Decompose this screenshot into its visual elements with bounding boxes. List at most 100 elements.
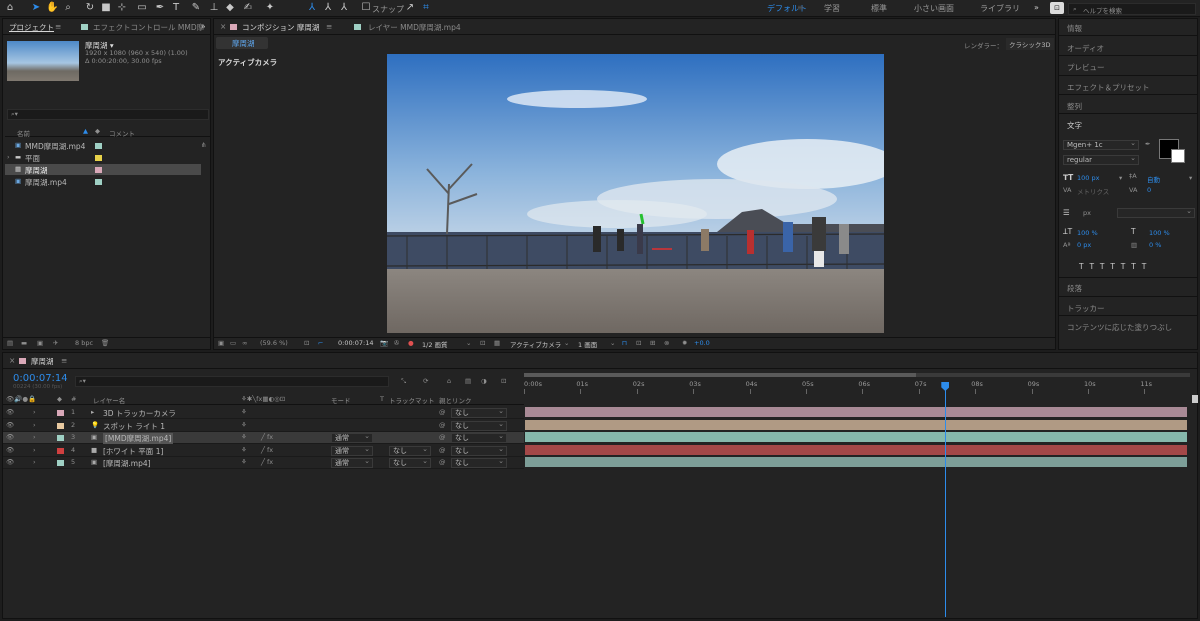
layer-name[interactable]: [摩周湖.mp4] bbox=[103, 458, 151, 469]
pick-whip-icon[interactable]: @ bbox=[439, 446, 446, 454]
layer-label-swatch[interactable] bbox=[57, 435, 64, 441]
brush-tool-icon[interactable]: ✎ bbox=[190, 2, 202, 14]
draft-3d-icon[interactable]: ⟳ bbox=[423, 377, 428, 385]
layer-name[interactable]: スポット ライト 1 bbox=[103, 421, 165, 432]
new-folder-icon[interactable]: ▬ bbox=[21, 339, 27, 347]
home-icon[interactable]: ⌂ bbox=[4, 2, 16, 14]
shy-switch-icon[interactable]: ⚘ bbox=[241, 433, 247, 441]
align-panel-header[interactable]: 整列 bbox=[1067, 101, 1082, 112]
workspace-small-screen[interactable]: 小さい画面 bbox=[914, 3, 954, 14]
chevron-down-icon[interactable]: ⌄ bbox=[466, 339, 471, 347]
project-search-input[interactable]: ⌕▾ bbox=[7, 109, 209, 120]
panel-menu-icon[interactable]: ≡ bbox=[55, 22, 61, 31]
table-row[interactable]: 👁 › 4 ■ [ホワイト 平面 1] ⚘ ╱ fx 通常 なし @ なし bbox=[3, 445, 524, 457]
close-icon[interactable]: × bbox=[9, 356, 15, 365]
exposure-icon[interactable]: ✹ bbox=[682, 339, 687, 347]
pick-whip-icon[interactable]: @ bbox=[439, 408, 446, 416]
more-tabs-icon[interactable]: » bbox=[201, 22, 206, 31]
pick-whip-icon[interactable]: @ bbox=[439, 458, 446, 466]
info-panel-header[interactable]: 情報 bbox=[1067, 23, 1082, 34]
world-axis-icon[interactable]: ⅄ bbox=[322, 2, 334, 14]
type-tool-icon[interactable]: T bbox=[170, 2, 182, 14]
expand-arrow-icon[interactable]: › bbox=[7, 153, 10, 161]
tsume-value[interactable]: 0 % bbox=[1149, 241, 1161, 249]
view-dropdown[interactable]: アクティブカメラ bbox=[510, 339, 561, 349]
column-layer-name[interactable]: レイヤー名 bbox=[93, 395, 125, 405]
timeline-search-input[interactable]: ⌕▾ bbox=[75, 376, 389, 387]
zoom-value[interactable]: (59.6 %) bbox=[260, 339, 288, 347]
layer-label-swatch[interactable] bbox=[57, 410, 64, 416]
blend-mode-dropdown[interactable]: 通常 bbox=[331, 445, 373, 456]
monitor-icon[interactable]: ▭ bbox=[230, 339, 236, 347]
layer-duration-bar[interactable] bbox=[525, 457, 1187, 467]
show-snapshot-icon[interactable]: ✇ bbox=[394, 339, 399, 347]
expand-arrow-icon[interactable]: › bbox=[33, 446, 36, 454]
pick-whip-icon[interactable]: @ bbox=[439, 433, 446, 441]
column-parent[interactable]: 親とリンク bbox=[439, 395, 472, 405]
roto-brush-icon[interactable]: ✍ bbox=[242, 2, 254, 14]
layer-label-swatch[interactable] bbox=[57, 422, 64, 429]
visibility-eye-icon[interactable]: 👁 bbox=[6, 446, 14, 454]
parent-dropdown[interactable]: なし bbox=[451, 407, 507, 418]
hand-tool-icon[interactable]: ✋ bbox=[46, 2, 58, 14]
baseline-shift-value[interactable]: 0 px bbox=[1077, 241, 1091, 249]
panel-menu-icon[interactable]: ≡ bbox=[61, 356, 67, 365]
blend-mode-dropdown[interactable]: 通常 bbox=[331, 432, 373, 443]
leading-value[interactable]: 自動 bbox=[1147, 174, 1160, 184]
tab-project[interactable]: プロジェクト bbox=[9, 22, 54, 33]
table-row[interactable]: 👁 › 2 💡 スポット ライト 1 ⚘ @ なし bbox=[3, 420, 524, 432]
camera-tool-icon[interactable]: ■ bbox=[100, 2, 112, 14]
eraser-tool-icon[interactable]: ◆ bbox=[224, 2, 236, 14]
fx-switch-icon[interactable]: ╱ fx bbox=[261, 458, 273, 466]
glasses-icon[interactable]: ∞ bbox=[242, 339, 247, 347]
rotate-tool-icon[interactable]: ↻ bbox=[84, 2, 96, 14]
layer-duration-bar[interactable] bbox=[525, 407, 1187, 417]
motion-blur-icon[interactable]: ◑ bbox=[481, 377, 487, 385]
fit-icon[interactable]: ⊡ bbox=[304, 339, 309, 347]
eyedropper-icon[interactable]: ✒ bbox=[1145, 140, 1150, 148]
rectangle-tool-icon[interactable]: ▭ bbox=[136, 2, 148, 14]
chevron-down-icon[interactable]: ▾ bbox=[1189, 174, 1192, 182]
chevron-down-icon[interactable]: ⌄ bbox=[610, 339, 615, 347]
table-row[interactable]: 👁 › 5 ▣ [摩周湖.mp4] ⚘ ╱ fx 通常 なし @ なし bbox=[3, 457, 524, 469]
parent-dropdown[interactable]: なし bbox=[451, 432, 507, 443]
workspace-standard[interactable]: 標準 bbox=[871, 3, 887, 14]
visibility-eye-icon[interactable]: 👁 bbox=[6, 408, 14, 416]
layer-name[interactable]: 3D トラッカーカメラ bbox=[103, 408, 176, 419]
close-icon[interactable]: × bbox=[220, 22, 226, 31]
chevron-down-icon[interactable]: ▾ bbox=[1119, 174, 1122, 182]
help-search-field[interactable]: ⌕ ヘルプを検索 bbox=[1068, 3, 1196, 15]
font-style-dropdown[interactable]: regular bbox=[1063, 154, 1139, 165]
vertical-scale-value[interactable]: 100 % bbox=[1077, 229, 1098, 237]
visibility-eye-icon[interactable]: 👁 bbox=[6, 458, 14, 466]
reset-exposure-icon[interactable]: ⊗ bbox=[664, 339, 669, 347]
stroke-style-dropdown[interactable] bbox=[1117, 207, 1195, 218]
horizontal-scale-value[interactable]: 100 % bbox=[1149, 229, 1170, 237]
visibility-eye-icon[interactable]: 👁 bbox=[6, 433, 14, 441]
label-column-icon[interactable]: ◆ bbox=[95, 127, 100, 135]
expand-arrow-icon[interactable]: › bbox=[33, 408, 36, 416]
tab-effect-controls[interactable]: エフェクトコントロール MMD摩 bbox=[93, 22, 204, 33]
list-item[interactable]: ▣ MMD摩周湖.mp4 ⋔ bbox=[5, 140, 210, 151]
expand-arrow-icon[interactable]: › bbox=[33, 458, 36, 466]
flowchart-icon[interactable]: ⊞ bbox=[650, 339, 655, 347]
layer-name[interactable]: [ホワイト 平面 1] bbox=[103, 446, 163, 457]
viewer-time[interactable]: 0:00:07:14 bbox=[338, 339, 374, 347]
trash-icon[interactable]: 🗑 bbox=[101, 339, 109, 347]
selection-tool-icon[interactable]: ➤ bbox=[30, 2, 42, 14]
layer-label-swatch[interactable] bbox=[57, 447, 64, 454]
workspace-libraries[interactable]: ライブラリ bbox=[980, 3, 1020, 14]
font-family-dropdown[interactable]: Mgen+ 1c bbox=[1063, 139, 1139, 150]
parent-dropdown[interactable]: なし bbox=[451, 445, 507, 456]
character-panel-header[interactable]: 文字 bbox=[1067, 120, 1082, 131]
graph-editor-icon[interactable]: ⊡ bbox=[501, 377, 506, 385]
shy-layers-icon[interactable]: ⌂ bbox=[447, 377, 451, 385]
views-layout-dropdown[interactable]: 1 画面 bbox=[578, 339, 597, 349]
tracker-panel-header[interactable]: トラッカー bbox=[1067, 303, 1105, 314]
layer-duration-bar[interactable] bbox=[525, 432, 1187, 442]
current-time-display[interactable]: 0:00:07:14 bbox=[13, 373, 68, 384]
timeline-icon[interactable]: ⊡ bbox=[636, 339, 641, 347]
chevron-down-icon[interactable]: ⌄ bbox=[564, 339, 569, 347]
shy-switch-icon[interactable]: ⚘ bbox=[241, 458, 247, 466]
paragraph-panel-header[interactable]: 段落 bbox=[1067, 283, 1082, 294]
